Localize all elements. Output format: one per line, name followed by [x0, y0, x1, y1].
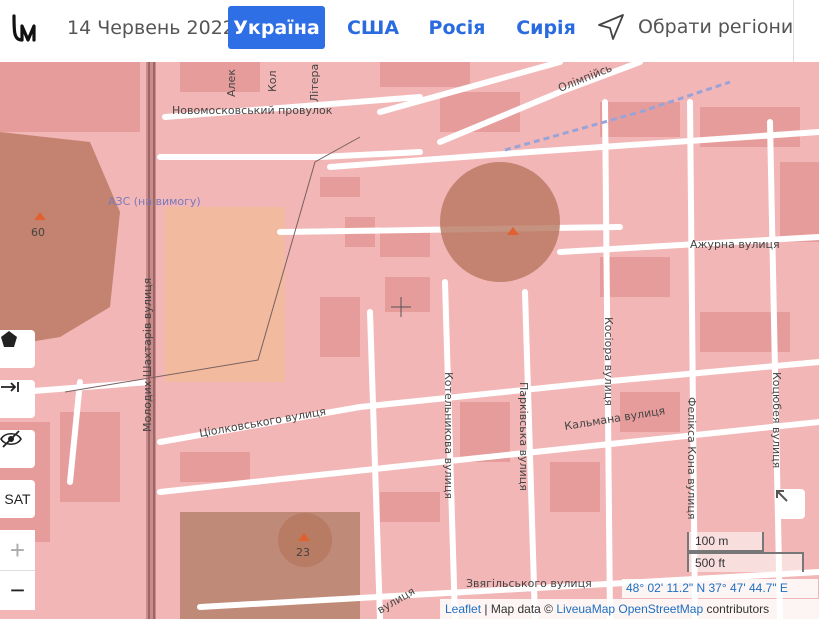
street-label: Котельникова вулиця [442, 372, 455, 499]
hide-layers-button[interactable] [0, 430, 35, 468]
street-label: Новомосковський провулок [172, 104, 333, 117]
street-label: Алек [225, 69, 238, 97]
choose-regions-button[interactable]: Обрати регіони [596, 12, 793, 42]
tab-usa[interactable]: США [340, 6, 406, 49]
measure-button[interactable] [0, 380, 35, 418]
attribution-text: | Map data © [481, 602, 557, 616]
street-label: Парківська вулиця [517, 382, 530, 491]
liveuamap-logo-icon[interactable] [10, 12, 44, 46]
scale-bar-imperial: 500 ft [687, 552, 804, 572]
map-view[interactable]: 60 23 Новомосковський провулок Олімпійсь… [0, 62, 819, 619]
poi-label-azs: АЗС (на вимогу) [108, 195, 201, 208]
pentagon-icon [1, 331, 17, 347]
tab-ukraine[interactable]: Україна [228, 6, 325, 49]
zoom-control: + − [0, 530, 35, 610]
arrow-right-bar-icon [1, 382, 19, 392]
map-attribution: Leaflet | Map data © LiveuaMap OpenStree… [440, 599, 819, 619]
top-bar-divider [793, 0, 794, 62]
street-label: Коцюбея вулиця [770, 372, 783, 468]
eye-off-icon [0, 430, 22, 448]
arrow-up-left-icon [776, 490, 788, 502]
liveuamap-link[interactable]: LiveuaMap [556, 602, 615, 616]
marker-label-23: 23 [296, 546, 310, 559]
area-circle-60[interactable] [0, 132, 120, 347]
area-circle-center[interactable] [440, 162, 560, 282]
expand-button[interactable] [775, 489, 805, 519]
date-label: 14 Червень 2022 [67, 17, 235, 39]
leaflet-link[interactable]: Leaflet [445, 602, 481, 616]
top-bar: 14 Червень 2022 Україна США Росія Сирія … [0, 0, 819, 62]
zoom-in-button[interactable]: + [0, 530, 35, 570]
marker-label-60: 60 [31, 226, 45, 239]
navigation-arrow-icon [598, 14, 624, 40]
street-label: Олімпійсь [556, 62, 614, 95]
draw-polygon-button[interactable] [0, 330, 35, 368]
coordinates-readout: 48° 02' 11.2" N 37° 47' 44.7" E [622, 579, 818, 598]
satellite-toggle-button[interactable]: SAT [0, 480, 35, 518]
street-label: Ажурна вулиця [690, 238, 780, 251]
osm-link[interactable]: OpenStreetMap [618, 602, 703, 616]
tab-russia[interactable]: Росія [424, 6, 490, 49]
street-label: Звягільського вулиця [466, 577, 592, 590]
tab-syria[interactable]: Сирія [510, 6, 582, 49]
scale-bar-metric: 100 m [687, 532, 764, 552]
street-label: Молодих Шахтарів вулиця [141, 278, 154, 432]
street-label: Літера [308, 64, 321, 102]
street-label: Кол [266, 70, 279, 92]
street-label: Фелікса Кона вулиця [685, 397, 698, 520]
attribution-tail: contributors [703, 602, 770, 616]
street-label: Ціолковського вулиця [198, 405, 327, 440]
street-label: Косіора вулиця [602, 317, 615, 406]
choose-regions-label: Обрати регіони [638, 16, 794, 38]
zoom-out-button[interactable]: − [0, 570, 35, 610]
field-area [165, 207, 285, 382]
